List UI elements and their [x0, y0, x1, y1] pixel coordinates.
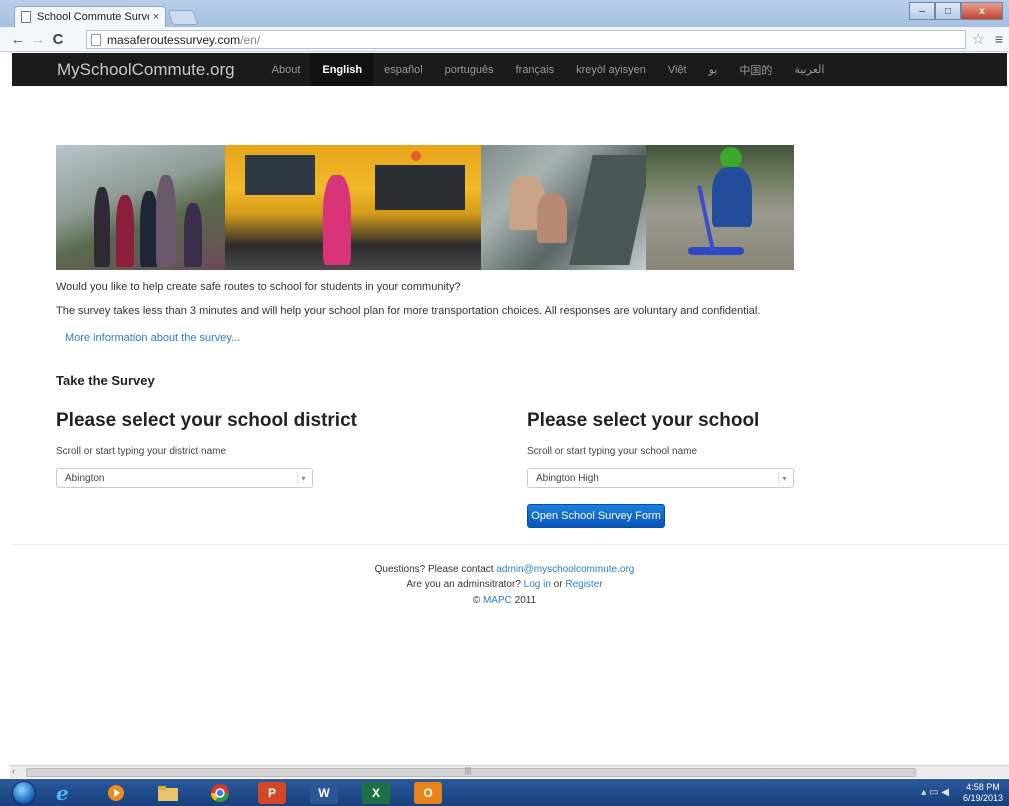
chevron-down-icon[interactable]: ▾ [297, 472, 309, 484]
page-icon [91, 33, 101, 46]
banner-photo-scooter-kid [646, 145, 794, 270]
browser-tab[interactable]: School Commute Survey × [14, 6, 166, 27]
page-icon [21, 11, 31, 23]
start-button-icon[interactable] [12, 780, 36, 805]
excel-icon[interactable]: X [362, 781, 390, 804]
school-select-value: Abington High [536, 472, 599, 484]
nav-lang-portuguese[interactable]: português [434, 53, 505, 86]
school-heading: Please select your school [527, 410, 760, 431]
tab-close-icon[interactable]: × [153, 11, 159, 23]
nav-lang-vietnamese[interactable]: Việt [657, 53, 698, 86]
address-bar[interactable]: masaferoutessurvey.com/en/ [86, 30, 966, 49]
login-link[interactable]: Log in [524, 579, 551, 590]
windows-taskbar: e P W X O ▴ ▭ ◀ 4:58 PM 6/19/2013 [0, 779, 1009, 806]
reload-button[interactable]: C [48, 31, 68, 48]
footer-divider [12, 544, 1007, 545]
powerpoint-letter: P [267, 785, 276, 800]
intro-text-1: Would you like to help create safe route… [56, 281, 461, 293]
back-button[interactable]: ← [8, 31, 28, 48]
nav-lang-other[interactable]: یو [698, 53, 729, 86]
footer-admin-text: Are you an adminsitrator? [406, 579, 524, 590]
browser-toolbar: ← → C masaferoutessurvey.com/en/ ☆ ≡ [0, 27, 1009, 52]
clock-date: 6/19/2013 [962, 792, 1003, 803]
tab-title: School Commute Survey [37, 11, 149, 23]
scroll-left-icon[interactable]: ‹ [12, 766, 15, 776]
mapc-link[interactable]: MAPC [483, 595, 512, 606]
footer-or-text: or [550, 579, 566, 590]
open-survey-form-button[interactable]: Open School Survey Form [527, 504, 665, 528]
nav-lang-chinese[interactable]: 中国的 [728, 53, 783, 86]
browser-menu-icon[interactable]: ≡ [995, 31, 1003, 47]
minimize-button[interactable]: – [909, 2, 935, 20]
school-select[interactable]: Abington High ▾ [527, 468, 794, 488]
banner-photo-car-kids [481, 145, 653, 270]
forward-button[interactable]: → [28, 31, 48, 48]
bookmark-star-icon[interactable]: ☆ [972, 30, 985, 48]
nav-lang-english[interactable]: English [311, 53, 374, 86]
window-titlebar: School Commute Survey × – □ x [0, 0, 1009, 27]
register-link[interactable]: Register [565, 579, 602, 590]
footer-contact: Questions? Please contact admin@myschool… [0, 564, 1009, 575]
site-navbar: MySchoolCommute.org About English españo… [12, 53, 1007, 86]
media-player-icon[interactable] [102, 782, 130, 804]
powerpoint-icon[interactable]: P [258, 781, 286, 804]
site-brand-link[interactable]: MySchoolCommute.org [57, 60, 235, 80]
copyright-year: 2011 [511, 595, 537, 606]
nav-lang-haitian-creole[interactable]: kreyòl ayisyen [565, 53, 657, 86]
outlook-icon[interactable]: O [414, 781, 442, 804]
district-heading: Please select your school district [56, 410, 357, 431]
more-info-link[interactable]: More information about the survey... [65, 332, 240, 344]
horizontal-scrollbar[interactable]: ‹ ||| [10, 765, 1009, 778]
footer-admin: Are you an adminsitrator? Log in or Regi… [0, 579, 1009, 590]
file-explorer-icon[interactable] [154, 782, 182, 804]
excel-letter: X [371, 785, 380, 800]
url-path: /en/ [240, 32, 261, 47]
district-select-value: Abington [65, 472, 105, 484]
footer-copyright: © MAPC 2011 [0, 595, 1009, 606]
maximize-button[interactable]: □ [935, 2, 961, 20]
chrome-icon[interactable] [206, 782, 234, 804]
outlook-letter: O [423, 785, 433, 800]
banner-photo-walking-group [56, 145, 225, 270]
ie-icon[interactable]: e [50, 782, 78, 804]
nav-lang-spanish[interactable]: español [373, 53, 434, 86]
tray-icons[interactable]: ▴ ▭ ◀ [921, 787, 949, 798]
scrollbar-grip-icon: ||| [465, 766, 472, 775]
contact-email-link[interactable]: admin@myschoolcommute.org [496, 564, 634, 575]
clock-time: 4:58 PM [966, 781, 1000, 792]
footer-questions-text: Questions? Please contact [374, 564, 497, 575]
nav-about[interactable]: About [261, 53, 312, 86]
banner-photo-strip [56, 145, 794, 270]
nav-lang-french[interactable]: français [505, 53, 566, 86]
copyright-symbol: © [472, 595, 483, 606]
nav-lang-arabic[interactable]: العربية [783, 53, 835, 86]
take-survey-heading: Take the Survey [56, 373, 155, 388]
window-controls: – □ x [909, 2, 1003, 20]
taskbar-clock[interactable]: 4:58 PM 6/19/2013 [963, 782, 1003, 804]
district-select[interactable]: Abington ▾ [56, 468, 313, 488]
banner-photo-school-bus [225, 145, 481, 270]
intro-text-2: The survey takes less than 3 minutes and… [56, 305, 761, 317]
svg-text:e: e [56, 783, 69, 803]
system-tray: ▴ ▭ ◀ 4:58 PM 6/19/2013 [921, 779, 1009, 806]
new-tab-button[interactable] [167, 10, 199, 25]
word-letter: W [318, 785, 330, 800]
chevron-down-icon[interactable]: ▾ [778, 472, 790, 484]
school-hint: Scroll or start typing your school name [527, 446, 698, 457]
word-icon[interactable]: W [310, 781, 338, 804]
url-host: masaferoutessurvey.com [107, 32, 241, 47]
district-hint: Scroll or start typing your district nam… [56, 446, 227, 457]
close-button[interactable]: x [961, 2, 1003, 20]
